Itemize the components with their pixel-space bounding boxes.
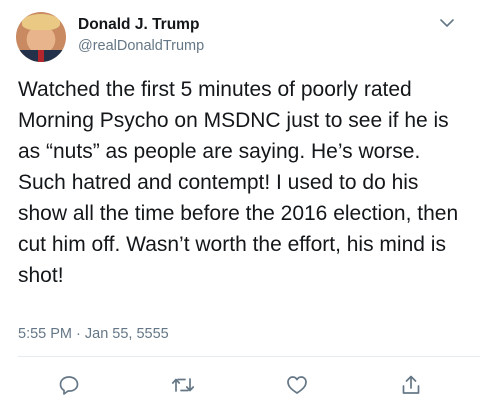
more-options-button[interactable] [436,12,458,34]
avatar[interactable] [16,12,66,62]
tweet-card: Donald J. Trump @realDonaldTrump Watched… [0,0,480,410]
action-bar [0,370,480,400]
divider [18,356,480,357]
retweet-button[interactable] [168,370,198,400]
tweet-timestamp[interactable]: 5:55 PM · Jan 55, 5555 [18,326,169,342]
avatar-hair [22,14,60,30]
share-button[interactable] [396,370,426,400]
tweet-text: Watched the first 5 minutes of poorly ra… [18,78,459,287]
share-icon [402,375,420,394]
display-name[interactable]: Donald J. Trump [78,16,199,34]
like-button[interactable] [282,370,312,400]
heart-icon [287,376,307,394]
retweet-icon [171,378,195,392]
reply-icon [59,376,79,395]
reply-button[interactable] [54,370,84,400]
chevron-down-icon [440,18,454,27]
user-handle[interactable]: @realDonaldTrump [78,38,204,54]
avatar-tie [38,50,44,62]
